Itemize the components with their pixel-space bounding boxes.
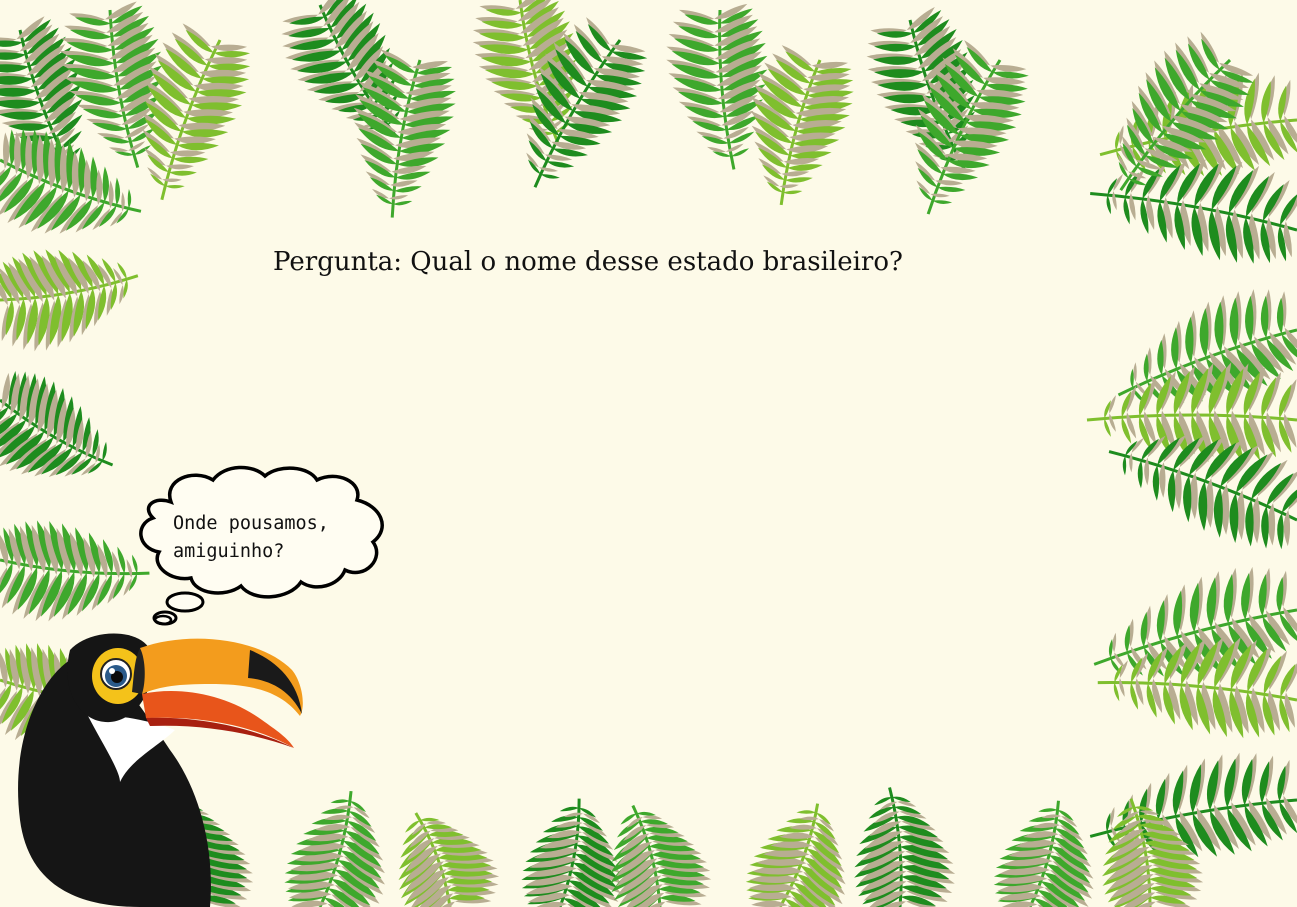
palm-frond bbox=[0, 128, 142, 234]
palm-frond bbox=[398, 812, 500, 907]
palm-frond bbox=[993, 800, 1094, 907]
bubble-line-2: amiguinho? bbox=[173, 541, 285, 562]
question-text: Pergunta: Qual o nome desse estado brasi… bbox=[273, 247, 903, 277]
game-screen: Pergunta: Qual o nome desse estado brasi… bbox=[0, 0, 1297, 907]
palm-frond bbox=[0, 520, 150, 622]
bubble-line-1: Onde pousamos, bbox=[173, 513, 329, 534]
toucan-mascot bbox=[18, 633, 303, 907]
palm-frond bbox=[0, 371, 114, 477]
palm-frond bbox=[745, 803, 846, 907]
palm-frond bbox=[521, 798, 622, 907]
palm-frond bbox=[854, 787, 956, 907]
bubble-speech: Onde pousamos, amiguinho? bbox=[173, 510, 383, 566]
